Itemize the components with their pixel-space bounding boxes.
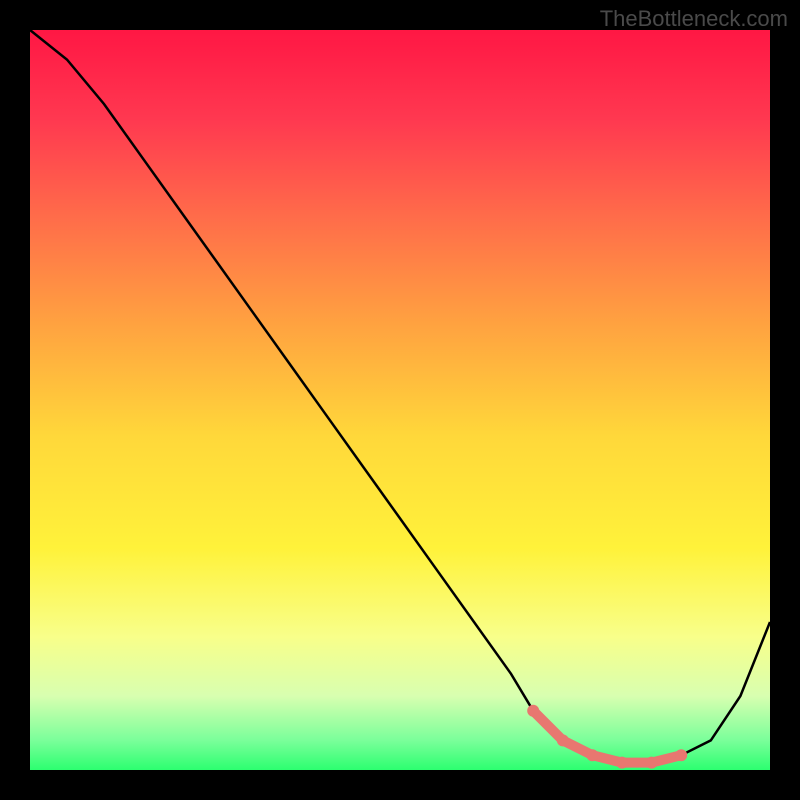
chart-container [30,30,770,770]
gradient-background [30,30,770,770]
watermark-text: TheBottleneck.com [600,6,788,32]
